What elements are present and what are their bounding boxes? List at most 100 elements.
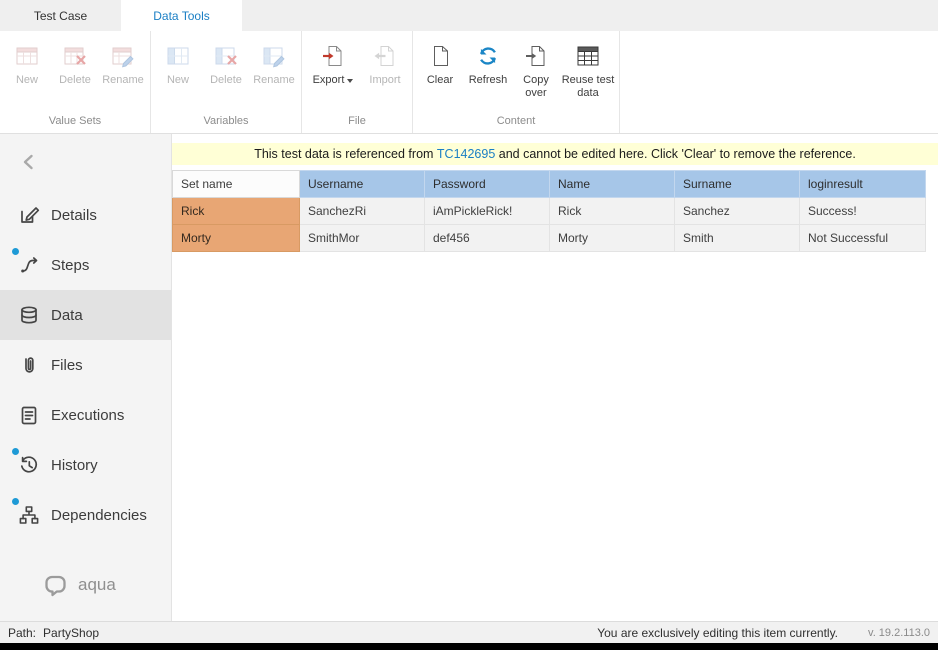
cell-name[interactable]: Morty [550,225,675,252]
sidebar-item-dependencies-label: Dependencies [51,507,147,524]
sidebar-item-executions[interactable]: Executions [0,390,171,440]
value-sets-new-button: New [3,40,51,87]
tab-data-tools[interactable]: Data Tools [121,0,242,31]
pencil-edit-icon [18,204,40,226]
cell-set-name[interactable]: Rick [173,198,300,225]
banner-text-before: This test data is referenced from [254,147,437,161]
sidebar-item-data-label: Data [51,307,83,324]
app-window: Test Case Data Tools New Delete [0,0,938,650]
variables-new-button: New [154,40,202,87]
sidebar-item-dependencies[interactable]: Dependencies [0,490,171,540]
editing-status-message: You are exclusively editing this item cu… [597,626,838,640]
column-header-set-name: Set name [173,171,300,198]
clear-label: Clear [427,74,453,87]
reuse-test-data-button[interactable]: Reuse test data [560,40,616,100]
database-icon [18,304,40,326]
cell-set-name[interactable]: Morty [173,225,300,252]
notification-dot-badge [12,248,19,255]
banner-text-after: and cannot be edited here. Click 'Clear'… [495,147,856,161]
steps-path-icon [18,254,40,276]
path-value: PartyShop [43,626,99,640]
tree-icon [18,504,40,526]
sidebar-item-history-label: History [51,457,98,474]
cell-username[interactable]: SanchezRi [300,198,425,225]
reuse-test-data-label: Reuse test data [561,74,615,100]
variables-group-label: Variables [154,113,298,133]
import-label: Import [369,74,400,87]
cell-name[interactable]: Rick [550,198,675,225]
file-group-label: File [305,113,409,133]
ribbon-group-content: Clear Refresh Copy over [413,31,620,133]
import-button: Import [361,40,409,87]
sidebar-item-history[interactable]: History [0,440,171,490]
clear-button[interactable]: Clear [416,40,464,87]
cell-loginresult[interactable]: Not Successful [800,225,926,252]
cell-password[interactable]: iAmPickleRick! [425,198,550,225]
table-header-row: Set name Username Password Name Surname … [173,171,926,198]
sidebar-item-files-label: Files [51,357,83,374]
value-sets-group-label: Value Sets [3,113,147,133]
cell-surname[interactable]: Smith [675,225,800,252]
refresh-button[interactable]: Refresh [464,40,512,87]
notification-dot-badge [12,498,19,505]
value-sets-delete-button: Delete [51,40,99,87]
table-row: Morty SmithMor def456 Morty Smith Not Su… [173,225,926,252]
sidebar-item-steps-label: Steps [51,257,89,274]
ribbon-tabbar: Test Case Data Tools [0,0,938,31]
collapse-sidebar-button[interactable] [0,134,171,190]
export-label: Export [313,74,345,87]
sidebar-item-data[interactable]: Data [0,290,171,340]
sidebar-item-executions-label: Executions [51,407,124,424]
refresh-label: Refresh [469,74,508,87]
export-button[interactable]: Export [305,40,361,87]
content-group-label: Content [416,113,616,133]
import-icon [372,40,398,72]
column-header-surname: Surname [675,171,800,198]
chevron-left-icon [18,151,40,173]
sidebar: Details Steps Data Files [0,134,172,621]
paperclip-icon [18,354,40,376]
sidebar-item-steps[interactable]: Steps [0,240,171,290]
table-new-icon [14,40,40,72]
status-bar: Path: PartyShop You are exclusively edit… [0,621,938,643]
value-sets-new-label: New [16,74,38,87]
tab-test-case-label: Test Case [34,9,87,23]
variables-delete-button: Delete [202,40,250,87]
variables-rename-label: Rename [253,74,295,87]
sidebar-item-details-label: Details [51,207,97,224]
sidebar-item-files[interactable]: Files [0,340,171,390]
referenced-test-case-link[interactable]: TC142695 [437,147,495,161]
refresh-icon [475,40,501,72]
tab-test-case[interactable]: Test Case [0,0,121,31]
copy-over-button[interactable]: Copy over [512,40,560,100]
value-sets-delete-label: Delete [59,74,91,87]
ribbon-group-file: Export Import File [302,31,413,133]
cell-surname[interactable]: Sanchez [675,198,800,225]
cell-password[interactable]: def456 [425,225,550,252]
path-label: Path: [8,626,36,640]
reuse-grid-icon [575,40,601,72]
notification-dot-badge [12,448,19,455]
ribbon-group-variables: New Delete Rename Variables [151,31,302,133]
checklist-icon [18,404,40,426]
history-clock-icon [18,454,40,476]
column-header-username: Username [300,171,425,198]
table-delete-icon [62,40,88,72]
bottom-black-bar [0,643,938,650]
cell-loginresult[interactable]: Success! [800,198,926,225]
test-data-grid: Set name Username Password Name Surname … [172,170,938,252]
reference-warning-banner: This test data is referenced from TC1426… [172,143,938,165]
column-header-name: Name [550,171,675,198]
variables-rename-button: Rename [250,40,298,87]
value-sets-rename-button: Rename [99,40,147,87]
cell-username[interactable]: SmithMor [300,225,425,252]
sidebar-item-details[interactable]: Details [0,190,171,240]
main-content: This test data is referenced from TC1426… [172,134,938,621]
export-icon [320,40,346,72]
aqua-bubble-icon [42,572,70,597]
table-rename-icon [261,40,287,72]
aqua-logo: aqua [42,572,116,597]
column-header-loginresult: loginresult [800,171,926,198]
breadcrumb: Path: PartyShop [8,626,99,640]
variables-delete-label: Delete [210,74,242,87]
